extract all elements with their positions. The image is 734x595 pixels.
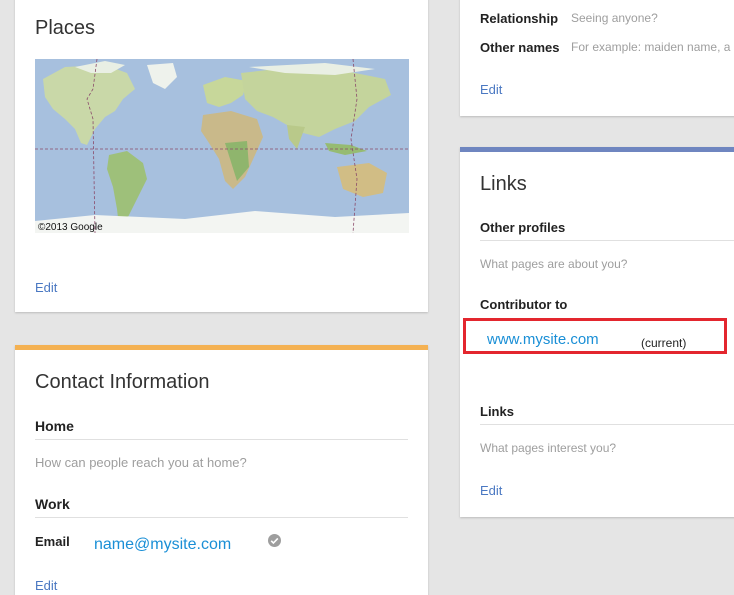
world-map-image [35,59,409,233]
other-profiles-placeholder[interactable]: What pages are about you? [480,257,627,271]
other-names-placeholder[interactable]: For example: maiden name, a [571,40,730,54]
home-label: Home [35,418,74,434]
relationship-label: Relationship [480,11,559,26]
other-names-label: Other names [480,40,560,55]
links-title: Links [480,173,527,195]
map-credit: ©2013 Google [38,222,103,233]
email-label: Email [35,534,70,549]
home-divider [35,439,408,440]
contributor-label: Contributor to [480,297,568,312]
other-profiles-label: Other profiles [480,220,566,235]
contact-card: Contact Information Home How can people … [15,345,428,595]
places-card: Places ©2013 Google Edit [15,0,428,312]
places-title: Places [35,17,96,39]
links-divider [480,424,734,425]
other-profiles-divider [480,240,734,241]
email-value[interactable]: name@mysite.com [94,536,231,554]
highlight-box [463,318,727,354]
work-divider [35,517,408,518]
work-label: Work [35,496,70,512]
contact-edit-link[interactable]: Edit [35,578,57,593]
places-edit-link[interactable]: Edit [35,280,57,295]
world-map[interactable]: ©2013 Google [35,59,409,233]
verified-check-icon [268,534,281,547]
relationship-placeholder[interactable]: Seeing anyone? [571,11,658,25]
home-placeholder[interactable]: How can people reach you at home? [35,455,247,470]
links-placeholder[interactable]: What pages interest you? [480,441,616,455]
links-label: Links [480,404,514,419]
about-card: Relationship Seeing anyone? Other names … [460,0,734,116]
about-edit-link[interactable]: Edit [480,82,502,97]
contact-title: Contact Information [35,371,210,393]
links-edit-link[interactable]: Edit [480,483,502,498]
